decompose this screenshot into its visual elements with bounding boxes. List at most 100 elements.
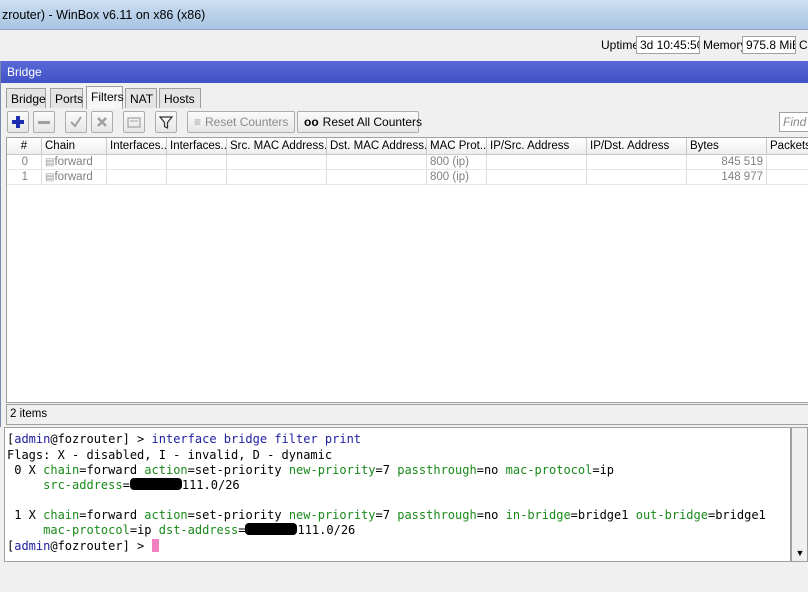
check-icon (70, 116, 82, 128)
rule-1-line-1: 1 X chain=forward action=set-priority ne… (7, 508, 766, 522)
items-count: 2 items (6, 404, 808, 425)
row-1-in-interface[interactable] (107, 170, 167, 185)
comment-icon (127, 117, 141, 128)
reset-counters-icon: ≡ (194, 115, 202, 129)
col-header-number[interactable]: # (7, 138, 42, 155)
bridge-window-title[interactable]: Bridge (1, 61, 808, 83)
terminal-prompt-line: [admin@fozrouter] > (7, 539, 159, 554)
row-1-mac-protocol[interactable]: 800 (ip) (427, 170, 487, 185)
tab-nat[interactable]: NAT (125, 88, 157, 108)
row-1-ip-dst[interactable] (587, 170, 687, 185)
add-button[interactable] (7, 111, 29, 133)
row-1-bytes[interactable]: 148 977 (687, 170, 767, 185)
row-0-src-mac[interactable] (227, 155, 327, 170)
comment-button[interactable] (123, 111, 145, 133)
status-bar: Uptime: 3d 10:45:50 Memory: 975.8 MiB C (0, 30, 808, 60)
terminal-cursor[interactable] (151, 539, 159, 552)
rule-1-mac-protocol: ip (137, 523, 152, 537)
rule-0-passthrough: no (483, 463, 499, 477)
rule-1-new-priority: 7 (382, 508, 390, 522)
prompt-tail: ] > (122, 539, 152, 553)
terminal-scrollbar[interactable]: ▼ (791, 427, 808, 562)
uptime-value: 3d 10:45:50 (636, 36, 700, 54)
cpu-label: C (799, 38, 808, 52)
row-0-in-interface[interactable] (107, 155, 167, 170)
rule-1-chain: forward (86, 508, 138, 522)
rule-1-in-bridge: bridge1 (577, 508, 629, 522)
col-header-in-interface[interactable]: Interfaces... (107, 138, 167, 155)
row-1-ip-src[interactable] (487, 170, 587, 185)
row-0-ip-src[interactable] (487, 155, 587, 170)
rule-0-line-1: 0 X chain=forward action=set-priority ne… (7, 463, 615, 477)
terminal-command: interface bridge filter print (151, 432, 362, 446)
rule-0-line-2: src-address= 111.0/26 (43, 478, 240, 492)
row-0-chain[interactable]: ▤forward (42, 155, 107, 170)
tab-ports[interactable]: Ports (50, 88, 83, 108)
row-1-dst-mac[interactable] (327, 170, 427, 185)
row-0-out-interface[interactable] (167, 155, 227, 170)
filter-rules-table[interactable]: # Chain Interfaces... Interfaces... Src.… (6, 137, 808, 403)
find-input[interactable]: Find (779, 112, 808, 132)
col-header-out-interface[interactable]: Interfaces... (167, 138, 227, 155)
row-1-chain[interactable]: ▤forward (42, 170, 107, 185)
row-1-packets[interactable] (767, 170, 808, 185)
tab-bridge[interactable]: Bridge (6, 88, 46, 108)
remove-button[interactable] (33, 111, 55, 133)
reset-counters-label: Reset Counters (205, 115, 289, 129)
row-0-dst-mac[interactable] (327, 155, 427, 170)
disable-button[interactable] (91, 111, 113, 133)
enable-button[interactable] (65, 111, 87, 133)
reset-counters-button[interactable]: ≡ Reset Counters (187, 111, 295, 133)
prompt-tail: ] > (122, 432, 152, 446)
col-header-ip-src[interactable]: IP/Src. Address (487, 138, 587, 155)
col-header-chain[interactable]: Chain (42, 138, 107, 155)
row-0-bytes[interactable]: 845 519 (687, 155, 767, 170)
cross-icon (97, 117, 107, 127)
col-header-bytes[interactable]: Bytes (687, 138, 767, 155)
rule-0-src-suffix: 111.0/26 (181, 478, 240, 492)
bridge-window: Bridge Bridge Ports Filters NAT Hosts ≡ R… (0, 61, 808, 427)
terminal-flags-line: Flags: X - disabled, I - invalid, D - dy… (7, 448, 333, 462)
row-1-number[interactable]: 1 (7, 170, 42, 185)
prompt-host: @fozrouter (50, 432, 123, 446)
col-header-ip-dst[interactable]: IP/Dst. Address (587, 138, 687, 155)
redacted-address (245, 523, 298, 535)
rule-1-action: set-priority (194, 508, 282, 522)
rule-1-index: 1 X (7, 508, 44, 522)
rule-0-index: 0 X (7, 463, 44, 477)
row-0-ip-dst[interactable] (587, 155, 687, 170)
filter-icon (159, 116, 173, 129)
filter-button[interactable] (155, 111, 177, 133)
scroll-down-icon[interactable]: ▼ (794, 547, 806, 559)
terminal-output[interactable]: [admin@fozrouter] > interface bridge fil… (4, 427, 791, 562)
col-header-dst-mac[interactable]: Dst. MAC Address... (327, 138, 427, 155)
redacted-address (129, 478, 182, 490)
prompt-host: @fozrouter (50, 539, 123, 553)
reset-all-counters-button[interactable]: oo Reset All Counters (297, 111, 423, 133)
window-title-bar[interactable]: zrouter) - WinBox v6.11 on x86 (x86) (0, 0, 808, 30)
toolbar: ≡ Reset Counters oo Reset All Counters Fin… (6, 109, 808, 135)
plus-icon (12, 116, 24, 128)
reset-all-counters-icon: oo (304, 115, 319, 129)
row-0-mac-protocol[interactable]: 800 (ip) (427, 155, 487, 170)
col-header-src-mac[interactable]: Src. MAC Address... (227, 138, 327, 155)
prompt-user: admin (14, 539, 51, 553)
row-1-out-interface[interactable] (167, 170, 227, 185)
window-title: zrouter) - WinBox v6.11 on x86 (x86) (2, 8, 206, 22)
minus-icon (38, 121, 50, 124)
rule-0-new-priority: 7 (382, 463, 390, 477)
row-1-chain-label: forward (54, 171, 93, 183)
row-1-src-mac[interactable] (227, 170, 327, 185)
tab-hosts[interactable]: Hosts (159, 88, 201, 108)
row-0-packets[interactable] (767, 155, 808, 170)
tab-filters[interactable]: Filters (86, 86, 124, 109)
prompt-user: admin (14, 432, 51, 446)
terminal-command-line: [admin@fozrouter] > interface bridge fil… (7, 432, 362, 446)
rule-1-out-bridge: bridge1 (715, 508, 766, 522)
col-header-packets[interactable]: Packets (767, 138, 808, 155)
row-0-number[interactable]: 0 (7, 155, 42, 170)
reset-all-counters-label: Reset All Counters (322, 115, 423, 129)
col-header-mac-protocol[interactable]: MAC Prot... (427, 138, 487, 155)
rule-0-mac-protocol: ip (599, 463, 615, 477)
rule-0-chain: forward (86, 463, 138, 477)
